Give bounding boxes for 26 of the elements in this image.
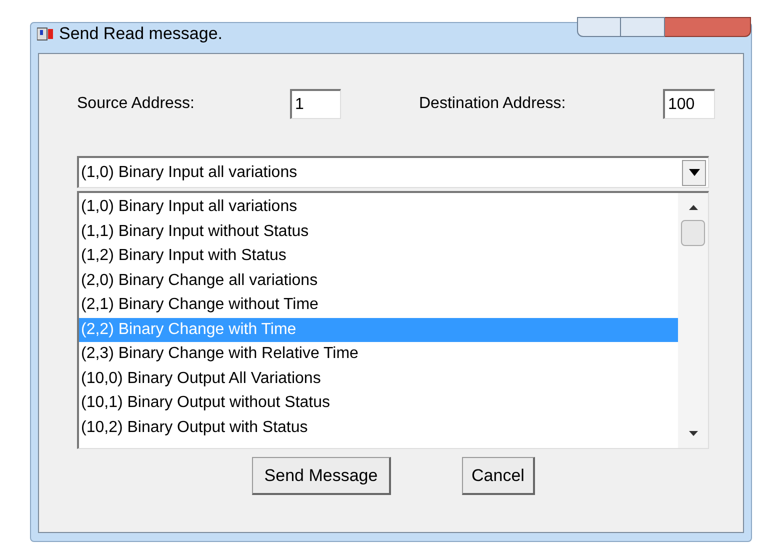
destination-address-field[interactable]: 100 [663,89,715,119]
scroll-up-arrow-icon[interactable] [688,205,698,210]
scrollbar[interactable] [678,193,708,448]
list-item[interactable]: (10,0) Binary Output All Variations [79,366,678,391]
source-address-label: Source Address: [77,94,196,114]
scrollbar-thumb[interactable] [681,220,705,246]
send-message-button[interactable]: Send Message [252,457,391,495]
source-address-field[interactable]: 1 [290,89,341,119]
minimize-button[interactable] [577,17,621,37]
list-item[interactable]: (2,3) Binary Change with Relative Time [79,342,678,366]
close-button[interactable] [665,17,751,37]
maximize-button[interactable] [621,17,665,37]
window-title: Send Read message. [59,24,222,44]
list-item[interactable]: (2,1) Binary Change without Time [79,293,678,318]
scroll-down-arrow-icon[interactable] [688,431,698,436]
destination-address-label: Destination Address: [419,94,567,114]
list-item[interactable]: (1,2) Binary Input with Status [79,244,678,268]
dropdown-arrow-icon [688,169,700,176]
app-icon [37,27,53,41]
list-item[interactable]: (10,1) Binary Output without Status [79,391,678,416]
list-item[interactable]: (10,2) Binary Output with Status [79,416,678,440]
object-combobox[interactable]: (1,0) Binary Input all variations [77,156,709,188]
list-item[interactable]: (2,0) Binary Change all variations [79,268,678,293]
list-item[interactable]: (1,1) Binary Input without Status [79,220,678,244]
cancel-button[interactable]: Cancel [462,457,535,495]
list-item[interactable]: (1,0) Binary Input all variations [79,195,678,220]
